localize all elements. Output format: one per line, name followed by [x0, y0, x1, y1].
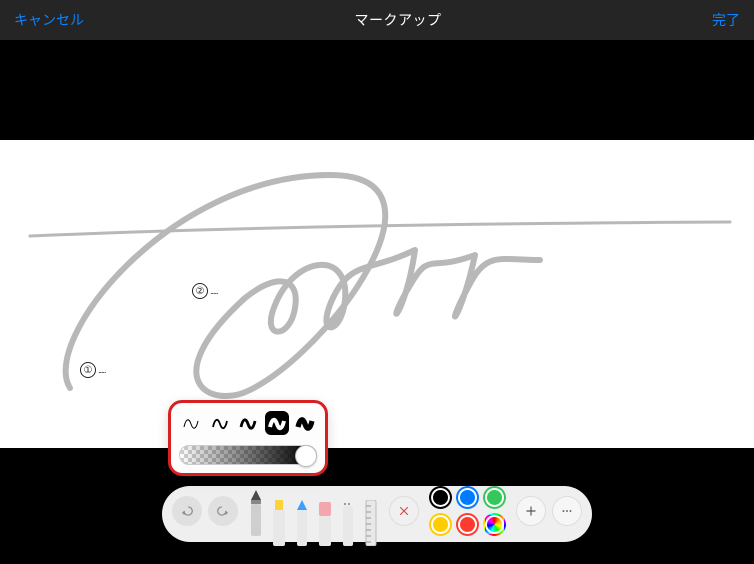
tool-lasso[interactable]	[338, 500, 358, 546]
cancel-button[interactable]: キャンセル	[14, 10, 84, 30]
color-swatches	[429, 486, 506, 536]
callout-label-2: ②.....	[192, 283, 218, 299]
more-button[interactable]	[552, 496, 582, 526]
color-swatch-picker[interactable]	[483, 513, 506, 536]
close-icon	[397, 504, 411, 518]
tool-eraser[interactable]	[315, 500, 335, 546]
redo-icon	[216, 504, 230, 518]
color-swatch-black[interactable]	[429, 486, 452, 509]
tool-tray	[244, 486, 383, 536]
callout-label-1: ①.....	[80, 362, 106, 378]
ellipsis-icon	[560, 504, 574, 518]
color-swatch-blue[interactable]	[456, 486, 479, 509]
stroke-weight-option-2[interactable]	[208, 411, 232, 435]
plus-icon	[524, 504, 538, 518]
color-swatch-yellow[interactable]	[429, 513, 452, 536]
color-swatch-green[interactable]	[483, 486, 506, 509]
tool-pencil[interactable]	[292, 500, 312, 546]
page-title: マークアップ	[355, 10, 442, 30]
redo-button[interactable]	[208, 496, 238, 526]
done-button[interactable]: 完了	[712, 10, 740, 30]
upper-letterbox	[0, 40, 754, 140]
color-swatch-red[interactable]	[456, 513, 479, 536]
undo-icon	[180, 504, 194, 518]
markup-toolbar	[162, 486, 592, 542]
close-tools-button[interactable]	[389, 496, 419, 526]
stroke-options-popover	[168, 400, 328, 476]
tool-pen[interactable]	[246, 490, 266, 536]
stroke-thickness-row	[179, 409, 317, 437]
undo-button[interactable]	[172, 496, 202, 526]
stroke-weight-option-5[interactable]	[293, 411, 317, 435]
stroke-weight-option-1[interactable]	[179, 411, 203, 435]
tool-ruler[interactable]	[361, 500, 381, 546]
drawing-canvas[interactable]: ①..... ②.....	[0, 140, 754, 448]
stroke-weight-option-3[interactable]	[236, 411, 260, 435]
tool-marker[interactable]	[269, 500, 289, 546]
stroke-weight-option-4[interactable]	[265, 411, 289, 435]
opacity-slider[interactable]	[179, 445, 317, 465]
markup-header: キャンセル マークアップ 完了	[0, 0, 754, 40]
add-button[interactable]	[516, 496, 546, 526]
signature-stroke	[0, 140, 754, 448]
opacity-slider-knob[interactable]	[295, 445, 317, 467]
